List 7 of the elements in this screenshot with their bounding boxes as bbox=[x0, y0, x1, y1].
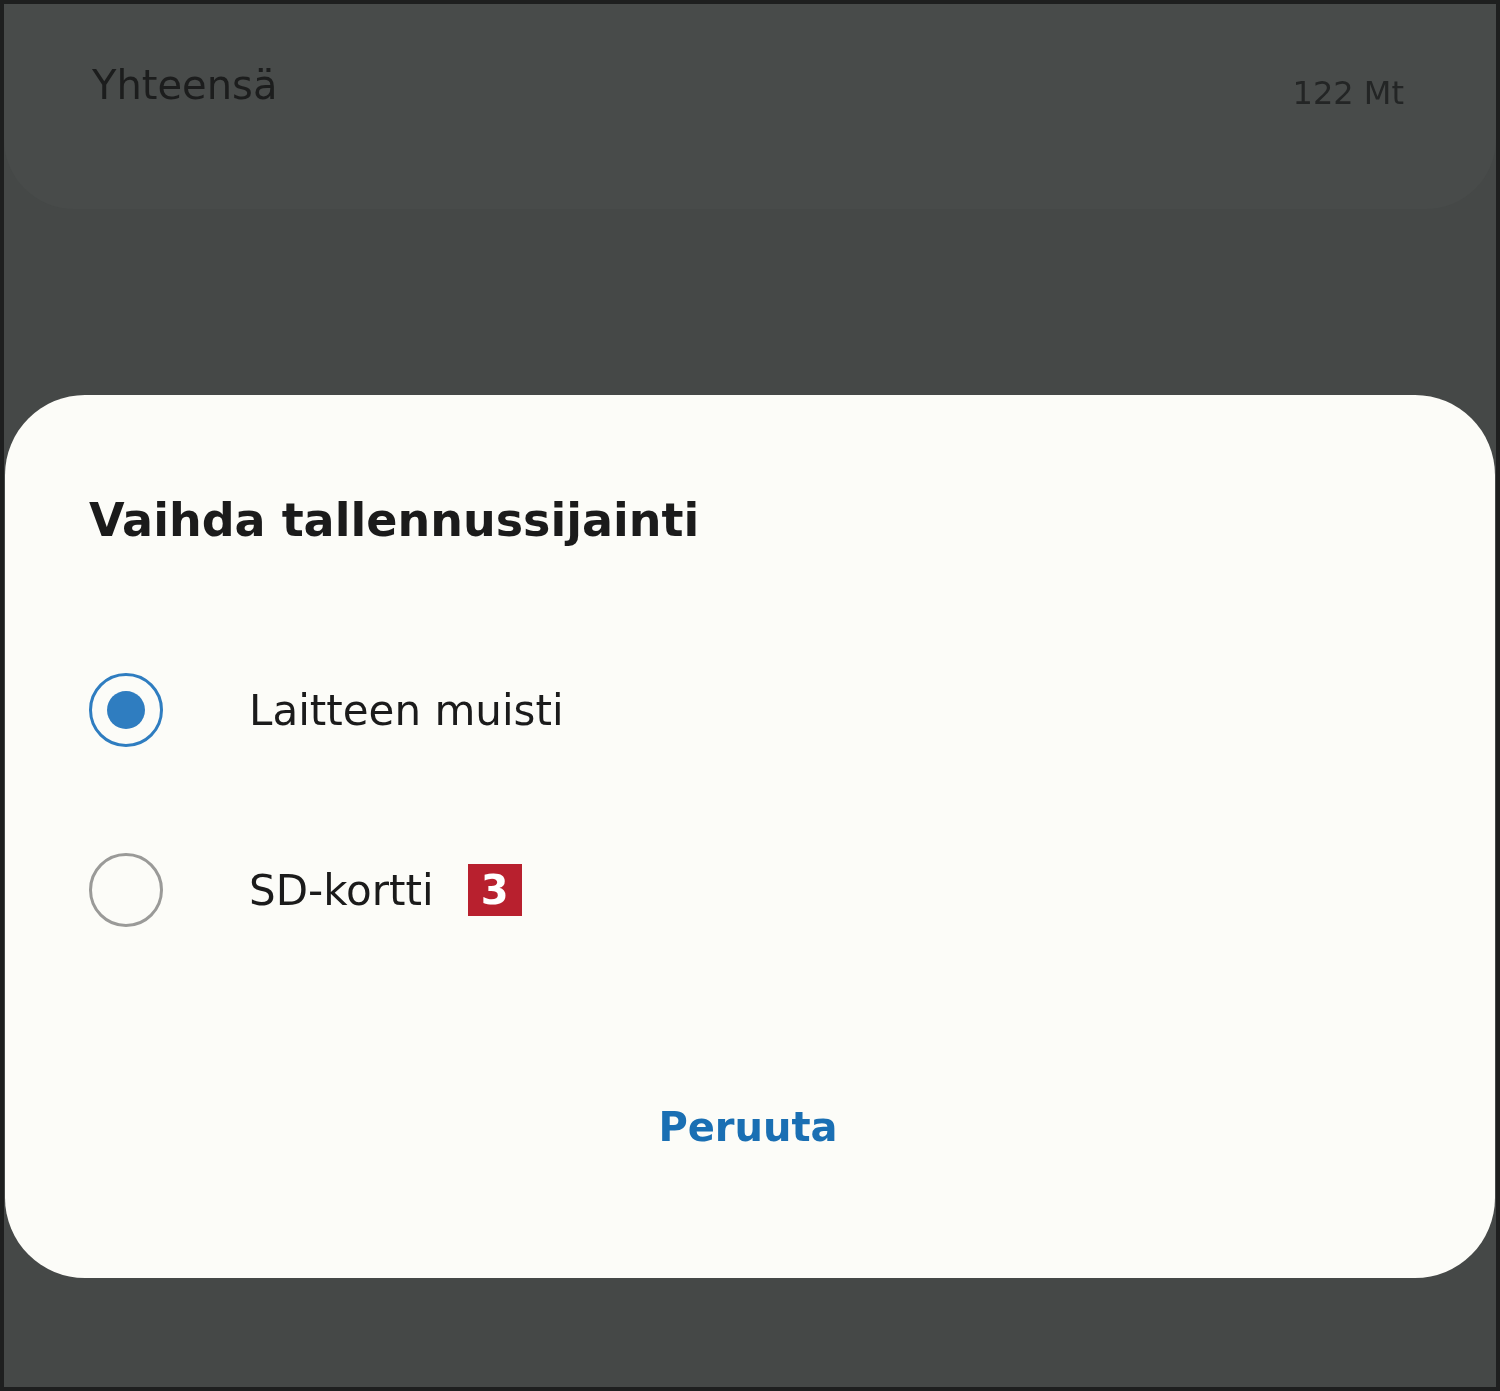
option-label[interactable]: Laitteen muisti bbox=[249, 685, 564, 735]
radio-button[interactable] bbox=[89, 853, 163, 927]
cancel-button[interactable]: Peruuta bbox=[646, 1100, 850, 1154]
option-label[interactable]: SD-kortti bbox=[249, 865, 434, 915]
step-badge: 3 bbox=[467, 864, 522, 916]
radio-button[interactable] bbox=[89, 673, 163, 747]
dialog-title: Vaihda tallennussijainti bbox=[89, 492, 701, 549]
